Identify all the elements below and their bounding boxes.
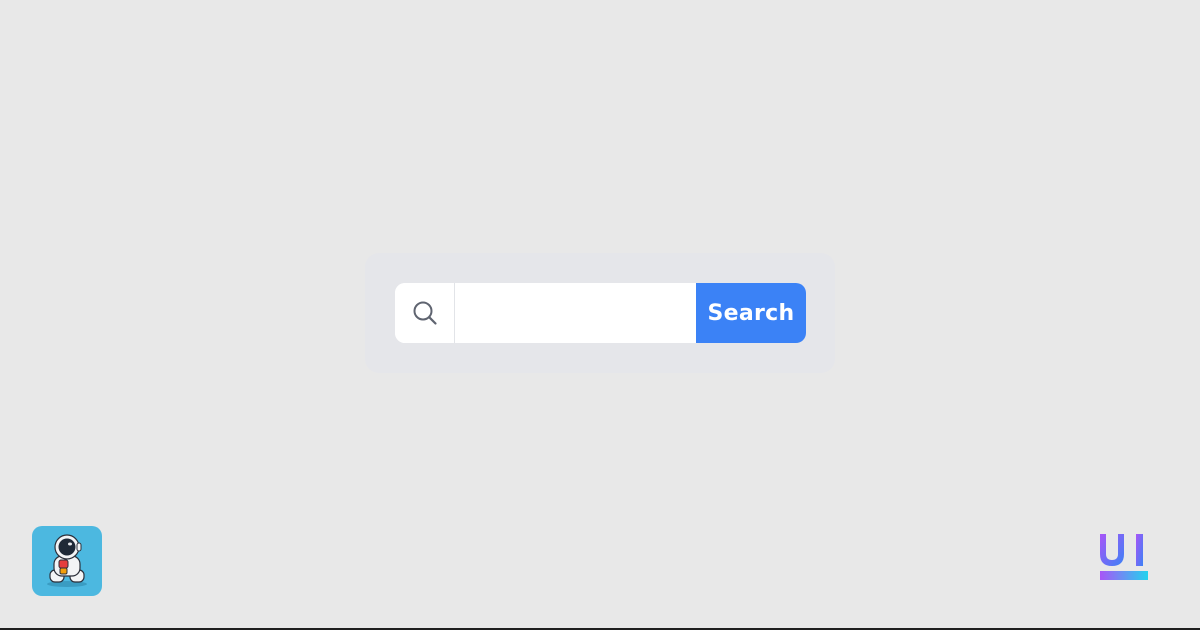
search-bar: Search bbox=[395, 283, 806, 343]
ui-logo-icon bbox=[1092, 526, 1156, 590]
avatar[interactable] bbox=[32, 526, 102, 596]
search-button[interactable]: Search bbox=[696, 283, 806, 343]
search-icon bbox=[395, 283, 455, 343]
search-input[interactable] bbox=[455, 283, 696, 343]
search-card: Search bbox=[365, 253, 835, 373]
astronaut-icon bbox=[47, 534, 87, 587]
